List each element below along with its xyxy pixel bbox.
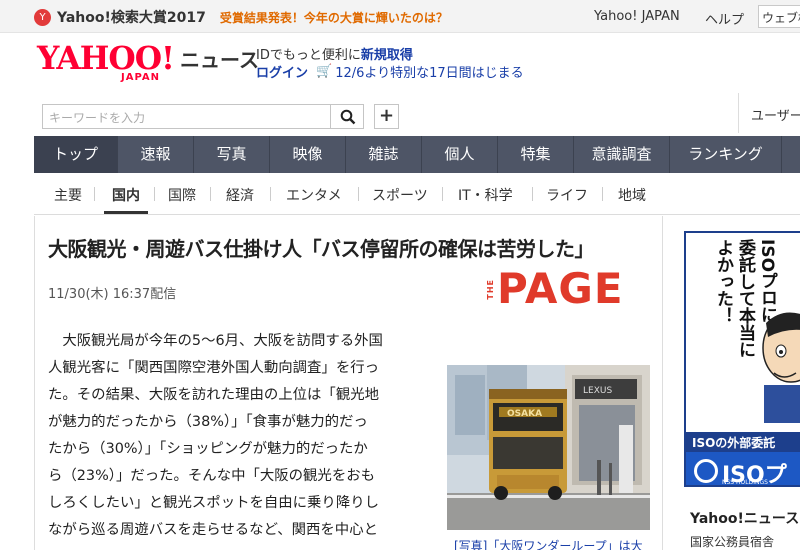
ad-illustration	[762, 312, 800, 423]
divider	[442, 187, 443, 201]
store-sign: LEXUS	[583, 386, 612, 396]
service-name[interactable]: ニュース	[180, 44, 259, 73]
divider	[270, 187, 271, 201]
sidebar-title: Yahoo!ニュース	[690, 511, 800, 527]
logo-wordmark: YAHOO!	[37, 39, 175, 77]
login-sale-line: ログイン 🛒 12/6より特別な17日間はじまる	[256, 62, 524, 81]
article-date: 11/30(木) 16:37配信	[48, 287, 177, 302]
bus-sign: OSAKA	[507, 409, 542, 419]
active-tab-indicator	[104, 211, 148, 214]
brand-logo-icon	[694, 459, 718, 483]
nav-magazines[interactable]: 雑誌	[346, 136, 422, 173]
ad-banner[interactable]: ISOプロに 委託して本当に よかった！ ISOの外部委託 ISOプ NSS H…	[684, 231, 800, 487]
web-search-input[interactable]: ウェブ検	[758, 5, 800, 28]
promo-title: Yahoo!検索大賞2017	[57, 10, 206, 26]
body-line: 大阪観光局が今年の5～6月、大阪を訪問する外国	[48, 333, 383, 349]
award-icon: Y	[34, 8, 51, 26]
body-line: たから（30%）」「ショッピングが魅力的だったか	[48, 441, 368, 457]
source-the: THE	[486, 278, 495, 300]
cat-it-science[interactable]: IT・科学	[458, 185, 513, 205]
ad-copy-line: よかった！	[713, 239, 733, 324]
category-nav: 主要 国内 国際 経済 エンタメ スポーツ IT・科学 ライフ 地域	[34, 173, 800, 215]
body-line: が魅力的だったから（38%）」「食事が魅力的だっ	[48, 414, 368, 430]
article-headline: 大阪観光・周遊バス仕掛け人「バス停留所の確保は苦労した」	[48, 237, 595, 261]
article-body: 大阪観光局が今年の5～6月、大阪を訪問する外国 人観光客に「関西国際空港外国人動…	[48, 328, 414, 544]
ad-band: ISOの外部委託	[686, 432, 800, 452]
brand-sub: NSS HOLDINGS	[722, 479, 768, 486]
nav-features[interactable]: 特集	[498, 136, 574, 173]
divider	[210, 187, 211, 201]
divider	[602, 187, 603, 201]
nav-breaking[interactable]: 速報	[118, 136, 194, 173]
body-line: ながら巡る周遊バスを走らせるなど、関西を中心と	[48, 522, 378, 538]
add-button[interactable]: +	[374, 104, 399, 129]
top-promo-bar: Y Yahoo!検索大賞2017 受賞結果発表！今年の大賞に輝いたのは？ Yah…	[0, 0, 800, 33]
logo-subtext: JAPAN	[121, 72, 160, 83]
user-menu[interactable]: ユーザー	[738, 93, 800, 133]
nav-individual[interactable]: 個人	[422, 136, 498, 173]
body-line: ら（23%）」だった。そんな中「大阪の観光をおも	[48, 468, 375, 484]
promo-text: 受賞結果発表！今年の大賞に輝いたのは？	[219, 10, 448, 25]
ad-brand: ISOプ NSS HOLDINGS	[686, 452, 800, 486]
yahoo-japan-link[interactable]: Yahoo! JAPAN	[594, 9, 680, 24]
sale-link[interactable]: 12/6より特別な17日間はじまる	[335, 62, 523, 81]
cat-economy[interactable]: 経済	[226, 185, 254, 205]
body-line: 人観光客に「関西国際空港外国人動向調査」を行っ	[48, 360, 379, 376]
cat-main[interactable]: 主要	[54, 185, 82, 205]
body-line: しろくしたい」と観光スポットを自由に乗り降りし	[48, 495, 379, 511]
cart-icon: 🛒	[316, 64, 333, 79]
nav-video[interactable]: 映像	[270, 136, 346, 173]
login-link[interactable]: ログイン	[256, 62, 308, 81]
bus-photo-image: LEXUS OSAKA	[447, 365, 650, 530]
body-line: た。その結果、大阪を訪れた理由の上位は「観光地	[48, 387, 379, 403]
search-button[interactable]	[330, 104, 364, 129]
cat-entertainment[interactable]: エンタメ	[286, 185, 342, 205]
search-icon	[340, 109, 355, 124]
nav-ranking[interactable]: ランキング	[670, 136, 782, 173]
photo-caption[interactable]: [写真]「大阪ワンダーループ」は大	[454, 537, 643, 550]
register-link[interactable]: 新規取得	[361, 48, 413, 63]
the-page-logo[interactable]: THE PAGE	[486, 268, 624, 310]
nav-survey[interactable]: 意識調査	[574, 136, 670, 173]
divider	[532, 187, 533, 201]
cat-sports[interactable]: スポーツ	[372, 185, 428, 205]
search-award-banner[interactable]: Y Yahoo!検索大賞2017 受賞結果発表！今年の大賞に輝いたのは？	[34, 7, 448, 27]
id-promo-line: IDでもっと便利に新規取得	[256, 44, 413, 63]
cat-international[interactable]: 国際	[168, 185, 196, 205]
cat-life[interactable]: ライフ	[546, 185, 588, 205]
yahoo-japan-logo[interactable]: YAHOO! JAPAN	[37, 42, 175, 86]
nav-photos[interactable]: 写真	[194, 136, 270, 173]
sidebar-item[interactable]: 国家公務員宿舎	[690, 533, 774, 550]
cat-local[interactable]: 地域	[618, 185, 646, 205]
divider	[94, 187, 95, 201]
main-nav: トップ 速報 写真 映像 雑誌 個人 特集 意識調査 ランキング	[34, 136, 800, 173]
source-page: PAGE	[497, 264, 624, 313]
help-link[interactable]: ヘルプ	[705, 9, 744, 28]
id-promo-text: IDでもっと便利に	[256, 48, 361, 63]
cat-domestic[interactable]: 国内	[112, 185, 140, 205]
divider	[358, 187, 359, 201]
nav-top[interactable]: トップ	[34, 136, 118, 173]
article-photo[interactable]: LEXUS OSAKA	[447, 365, 650, 530]
divider	[154, 187, 155, 201]
keyword-search-input[interactable]: キーワードを入力	[42, 104, 364, 129]
